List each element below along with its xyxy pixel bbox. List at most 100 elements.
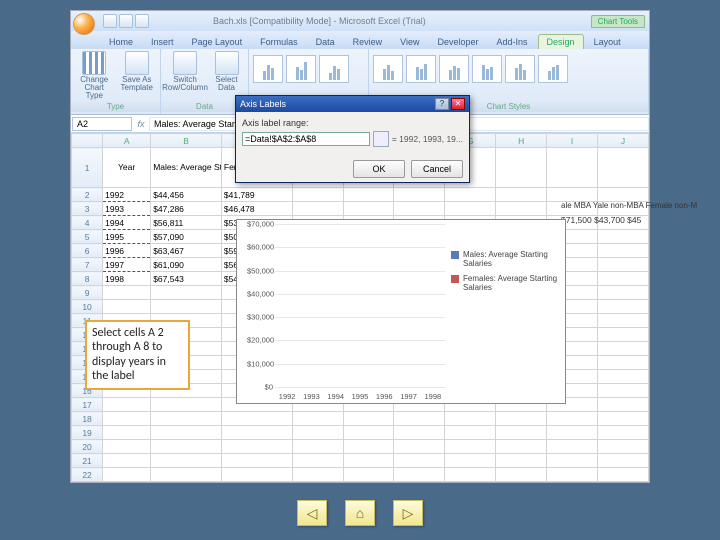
qat-save-icon[interactable] [103,14,117,28]
next-slide-button[interactable]: ▷ [393,500,423,526]
overflow-header: ale MBA Yale non-MBA Female non-M [561,201,697,210]
tab-formulas[interactable]: Formulas [252,35,306,49]
switch-row-column-button[interactable]: Switch Row/Column [165,51,205,92]
prev-slide-button[interactable]: ◁ [297,500,327,526]
cell[interactable]: $47,286 [151,202,222,216]
cell[interactable]: $63,467 [151,244,222,258]
row-header[interactable]: 19 [72,426,103,440]
ribbon-label: Switch Row/Column [162,76,208,92]
dialog-help-button[interactable]: ? [435,98,449,110]
tab-home[interactable]: Home [101,35,141,49]
qat-undo-icon[interactable] [119,14,133,28]
title-bar: Bach.xls [Compatibility Mode] - Microsof… [71,11,649,31]
dialog-titlebar[interactable]: Axis Labels ? ✕ [236,96,469,112]
chart-x-labels: 1992199319941995199619971998 [275,392,445,401]
name-box[interactable]: A2 [72,117,132,131]
tab-layout[interactable]: Layout [586,35,629,49]
row-header[interactable]: 2 [72,188,103,202]
select-data-icon [215,51,239,75]
axis-range-preview: = 1992, 1993, 19... [392,134,463,144]
change-chart-type-button[interactable]: Change Chart Type [75,51,114,100]
slide-nav: ◁ ⌂ ▷ [0,500,720,526]
office-button[interactable] [73,13,95,35]
tab-design[interactable]: Design [538,34,584,49]
chart-styles-gallery[interactable] [373,51,644,83]
cell[interactable]: $61,090 [151,258,222,272]
row-header[interactable]: 5 [72,230,103,244]
fx-icon[interactable]: fx [133,119,149,129]
quick-access-toolbar [103,14,149,28]
row-header[interactable]: 9 [72,286,103,300]
legend-swatch-males [451,251,459,259]
tab-add-ins[interactable]: Add-Ins [489,35,536,49]
worksheet[interactable]: A B C D E F G H I J 1 Year Males: Averag… [71,133,649,482]
dialog-title: Axis Labels [240,99,286,109]
tab-developer[interactable]: Developer [429,35,486,49]
excel-window: Bach.xls [Compatibility Mode] - Microsof… [70,10,650,483]
cell[interactable]: Males: Average Starting Salaries [151,148,222,188]
cell[interactable]: $44,456 [151,188,222,202]
embedded-chart[interactable]: $0$10,000$20,000$30,000$40,000$50,000$60… [236,219,566,404]
legend-label: Males: Average Starting Salaries [463,250,561,268]
chart-layouts-gallery[interactable] [253,51,364,83]
tab-data[interactable]: Data [308,35,343,49]
cancel-button[interactable]: Cancel [411,160,463,178]
col-header[interactable]: B [151,134,222,148]
cell[interactable]: $41,789 [221,188,292,202]
cell[interactable]: $56,811 [151,216,222,230]
cell[interactable]: $67,543 [151,272,222,286]
row-header[interactable]: 17 [72,398,103,412]
row-header[interactable]: 22 [72,468,103,482]
chart-tools-context-tab: Chart Tools [591,15,645,28]
ribbon-label: Save As Template [118,76,157,92]
select-data-button[interactable]: Select Data [209,51,244,92]
col-header[interactable]: I [547,134,598,148]
chart-type-icon [82,51,106,75]
row-header[interactable]: 18 [72,412,103,426]
row-header[interactable]: 3 [72,202,103,216]
switch-icon [173,51,197,75]
tab-review[interactable]: Review [345,35,391,49]
range-picker-icon[interactable] [373,131,389,147]
row-header[interactable]: 6 [72,244,103,258]
chart-plot-area: $0$10,000$20,000$30,000$40,000$50,000$60… [247,224,445,387]
cell[interactable]: $46,478 [221,202,292,216]
cell[interactable]: 1993 [103,202,151,216]
row-header[interactable]: 1 [72,148,103,188]
dialog-close-button[interactable]: ✕ [451,98,465,110]
row-header[interactable]: 8 [72,272,103,286]
cell[interactable]: 1994 [103,216,151,230]
ribbon-tabs: Home Insert Page Layout Formulas Data Re… [71,31,649,49]
axis-range-input[interactable] [242,132,370,146]
qat-redo-icon[interactable] [135,14,149,28]
window-title: Bach.xls [Compatibility Mode] - Microsof… [213,16,426,26]
overflow-row: $71,500 $43,700 $45 [561,215,641,225]
row-header[interactable]: 10 [72,300,103,314]
instruction-callout: Select cells A 2 through A 8 to display … [85,320,190,390]
save-as-template-button[interactable]: Save As Template [118,51,157,92]
tab-page-layout[interactable]: Page Layout [184,35,251,49]
ribbon-label: Change Chart Type [75,76,114,100]
cell[interactable]: $57,090 [151,230,222,244]
tab-insert[interactable]: Insert [143,35,182,49]
home-slide-button[interactable]: ⌂ [345,500,375,526]
ok-button[interactable]: OK [353,160,405,178]
cell[interactable]: 1992 [103,188,151,202]
col-header[interactable]: A [103,134,151,148]
row-header[interactable]: 4 [72,216,103,230]
row-header[interactable]: 7 [72,258,103,272]
cell[interactable]: 1997 [103,258,151,272]
cell[interactable]: 1996 [103,244,151,258]
cell[interactable]: 1995 [103,230,151,244]
cell[interactable]: Year [103,148,151,188]
col-header[interactable]: J [598,134,649,148]
row-header[interactable]: 21 [72,454,103,468]
template-icon [125,51,149,75]
ribbon-label: Select Data [209,76,244,92]
tab-view[interactable]: View [392,35,427,49]
axis-range-label: Axis label range: [242,118,309,128]
col-header[interactable]: H [496,134,547,148]
row-header[interactable]: 20 [72,440,103,454]
chart-legend: Males: Average Starting Salaries Females… [451,250,561,298]
cell[interactable]: 1998 [103,272,151,286]
